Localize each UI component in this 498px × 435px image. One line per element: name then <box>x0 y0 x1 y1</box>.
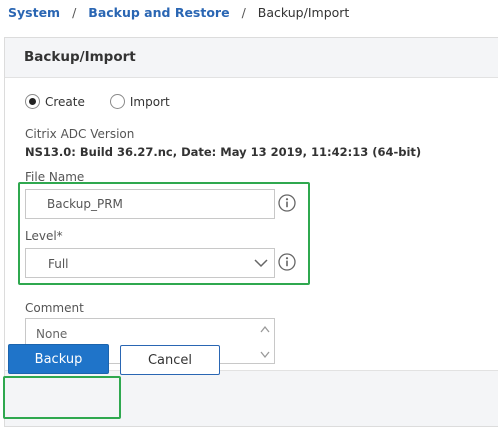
breadcrumb-system-link[interactable]: System <box>8 5 60 20</box>
highlight-box <box>3 376 121 419</box>
highlight-box <box>18 182 310 285</box>
breadcrumb-separator: / <box>241 4 246 20</box>
radio-import[interactable]: Import <box>109 94 170 109</box>
panel-title: Backup/Import <box>24 49 136 65</box>
cancel-button[interactable]: Cancel <box>120 345 220 375</box>
breadcrumb-backup-restore-link[interactable]: Backup and Restore <box>88 5 229 20</box>
radio-import-label: Import <box>129 94 170 109</box>
radio-create-control[interactable] <box>25 94 40 109</box>
backup-button[interactable]: Backup <box>8 344 109 374</box>
breadcrumb-current: Backup/Import <box>257 4 350 20</box>
radio-import-control[interactable] <box>109 94 125 109</box>
radio-selected-dot <box>29 98 36 105</box>
panel-header: Backup/Import <box>5 38 498 78</box>
breadcrumb-separator: / <box>72 4 77 20</box>
comment-placeholder: None <box>36 327 68 341</box>
version-value: NS13.0: Build 36.27.nc, Date: May 13 201… <box>25 145 422 159</box>
version-label: Citrix ADC Version <box>25 127 135 141</box>
textarea-scrollbar[interactable] <box>259 323 271 361</box>
mode-radio-group: Create Import <box>25 94 170 109</box>
radio-create[interactable]: Create <box>25 94 85 109</box>
comment-label: Comment <box>25 301 84 315</box>
radio-create-label: Create <box>45 94 85 109</box>
breadcrumb: System / Backup and Restore / Backup/Imp… <box>8 3 349 21</box>
